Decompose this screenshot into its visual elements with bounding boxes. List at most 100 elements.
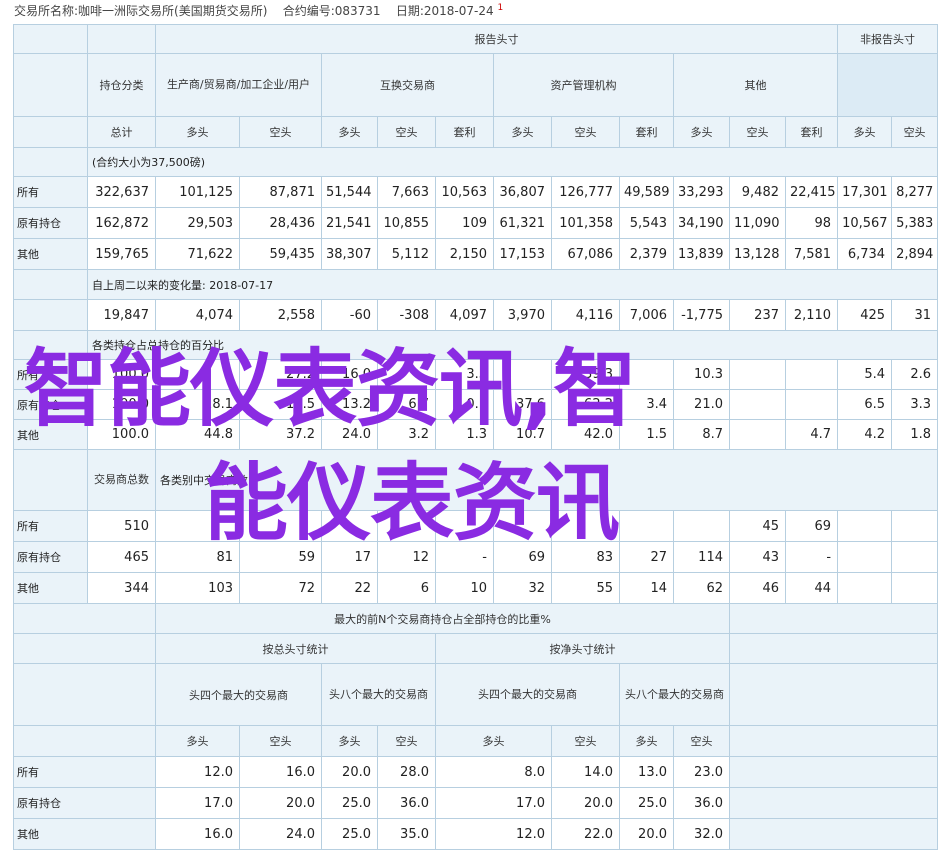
table-cell: 31	[891, 299, 939, 331]
table-cell: 7,581	[784, 238, 839, 270]
table-cell: 72	[239, 572, 322, 604]
percent-note: 各类持仓占总持仓的百分比	[86, 330, 939, 360]
table-cell: 159,765	[87, 238, 156, 270]
table-cell: 1.8	[891, 419, 939, 450]
col-long: 多头	[837, 116, 893, 148]
col-spread: 套利	[784, 116, 839, 148]
table-cell: 3,970	[493, 299, 552, 331]
table-cell: 3.4	[619, 389, 674, 420]
table-cell: 69	[493, 541, 552, 573]
row-label: 所有	[13, 359, 88, 390]
table-cell: 34,190	[673, 207, 730, 239]
table-cell	[551, 510, 620, 542]
table-cell: 25.0	[321, 787, 378, 819]
table-cell: 21.0	[673, 389, 730, 420]
table-cell: -1,775	[673, 299, 730, 331]
table-cell	[321, 510, 378, 542]
table-cell: 17,301	[837, 176, 893, 208]
col-short: 空头	[673, 725, 730, 757]
row-label: 原有持仓	[13, 787, 156, 819]
table-cell: 59,435	[239, 238, 322, 270]
table-cell: 103	[155, 572, 240, 604]
table-row: 原有持仓 465 81 59 17 12-69 83 27 114 43-	[13, 541, 939, 573]
table-cell: -308	[377, 299, 436, 331]
table-cell: 13.2	[321, 389, 378, 420]
col-long: 多头	[493, 116, 552, 148]
table-cell: 22	[321, 572, 378, 604]
table-cell: 465	[87, 541, 156, 573]
table-cell: 36.0	[377, 787, 436, 819]
col-long: 多头	[321, 116, 378, 148]
table-cell: 2,379	[619, 238, 674, 270]
row-label: 其他	[13, 238, 88, 270]
table-cell: 18.1	[155, 389, 240, 420]
table-cell: 43	[729, 541, 786, 573]
table-cell	[239, 510, 322, 542]
table-cell: 61,321	[493, 207, 552, 239]
row-label: 所有	[13, 176, 88, 208]
table-cell	[891, 510, 939, 542]
table-cell: 17.5	[239, 389, 322, 420]
table-cell: 3.3	[435, 359, 494, 390]
table-cell: 29,503	[155, 207, 240, 239]
table-row: 其他 16.0 24.0 25.0 35.0 12.0 22.0 20.0 32.0	[13, 818, 939, 850]
table-cell: 5,383	[891, 207, 939, 239]
table-row: 所有 100.0 27.2 16.0 3.3 39.3 10.3 5.4 2.6	[13, 359, 939, 390]
table-cell: 87,871	[239, 176, 322, 208]
table-cell: 28,436	[239, 207, 322, 239]
table-cell	[493, 359, 552, 390]
net-top4: 头四个最大的交易商	[435, 663, 620, 726]
table-cell: 1.5	[619, 419, 674, 450]
table-cell: 16.0	[321, 359, 378, 390]
table-cell: 35.0	[377, 818, 436, 850]
table-cell: 27	[619, 541, 674, 573]
gross-top4: 头四个最大的交易商	[155, 663, 322, 726]
col-short: 空头	[377, 725, 436, 757]
table-cell	[673, 510, 730, 542]
table-cell: 17.0	[435, 787, 552, 819]
table-cell: 13,839	[673, 238, 730, 270]
table-cell: 425	[837, 299, 893, 331]
exchange-name: 交易所名称:咖啡一洲际交易所(美国期货交易所)	[14, 4, 268, 18]
col-short: 空头	[551, 725, 620, 757]
table-cell: 36,807	[493, 176, 552, 208]
table-cell: 5,543	[619, 207, 674, 239]
report-date: 日期:2018-07-24	[395, 4, 494, 18]
table-cell: 71,622	[155, 238, 240, 270]
table-cell: 55	[551, 572, 620, 604]
table-cell: 45	[729, 510, 786, 542]
row-label: 其他	[13, 572, 88, 604]
gross-header: 按总头寸统计	[155, 633, 436, 664]
table-cell: 7,663	[377, 176, 436, 208]
table-cell: 20.0	[321, 756, 378, 788]
table-cell: 2,558	[239, 299, 322, 331]
group-producer: 生产商/贸易商/加工企业/用户	[155, 53, 322, 117]
col-short: 空头	[239, 116, 322, 148]
table-cell	[784, 389, 839, 420]
change-note: 自上周二以来的变化量: 2018-07-17	[86, 269, 939, 300]
footnote-marker: 1	[497, 3, 504, 13]
table-row: 所有 510 45 69	[13, 510, 939, 542]
col-short: 空头	[377, 116, 436, 148]
table-cell: 101,125	[155, 176, 240, 208]
row-label: 所有	[13, 756, 156, 788]
table-cell: 126,777	[551, 176, 620, 208]
row-label: 原有持仓	[13, 541, 88, 573]
row-label: 原有持仓	[13, 389, 88, 420]
table-cell: 237	[729, 299, 786, 331]
table-cell	[837, 510, 893, 542]
table-cell: 6	[377, 572, 436, 604]
table-cell	[784, 359, 839, 390]
table-cell: 4,116	[551, 299, 620, 331]
table-cell: 38,307	[321, 238, 378, 270]
net-top8: 头八个最大的交易商	[619, 663, 730, 726]
col-long: 多头	[673, 116, 730, 148]
table-cell: 10,855	[377, 207, 436, 239]
table-cell: 6.7	[377, 389, 436, 420]
table-cell: 25.0	[321, 818, 378, 850]
table-cell: 16.0	[239, 756, 322, 788]
table-row: 其他 344 103 72 22 6 10 32 55 14 62 46 44	[13, 572, 939, 604]
total-header: 总计	[87, 116, 156, 148]
table-cell: 9,482	[729, 176, 786, 208]
table-cell	[891, 541, 939, 573]
